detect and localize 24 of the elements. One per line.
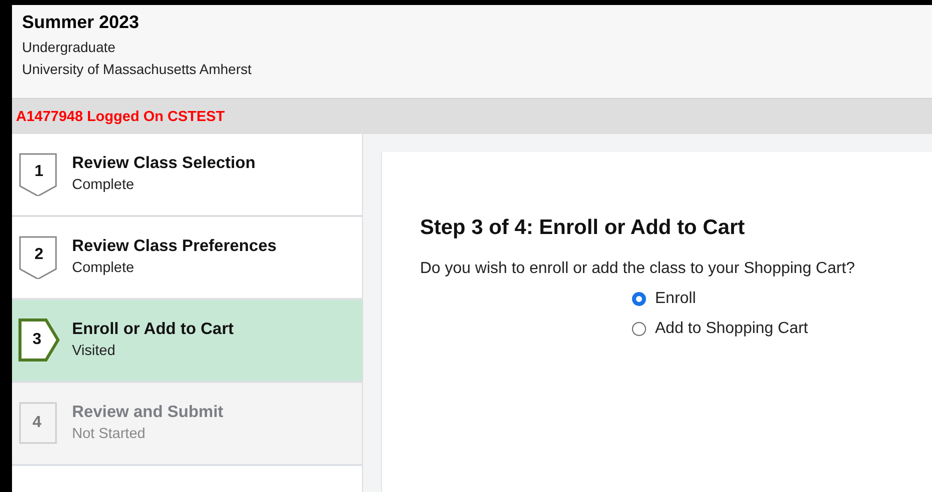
radio-button[interactable] bbox=[632, 322, 646, 336]
step-title: Review and Submit bbox=[72, 403, 224, 422]
step-title: Review Class Preferences bbox=[72, 237, 277, 256]
step-item[interactable]: 4 Review and Submit Not Started bbox=[12, 383, 362, 466]
step-number-badge: 1 bbox=[18, 152, 60, 196]
option-label[interactable]: Add to Shopping Cart bbox=[655, 320, 808, 338]
radio-button[interactable] bbox=[632, 292, 646, 306]
step-number-badge: 2 bbox=[18, 235, 60, 279]
step-status: Not Started bbox=[72, 426, 146, 442]
institution-label: University of Massachusetts Amherst bbox=[22, 61, 252, 77]
term-title: Summer 2023 bbox=[22, 12, 140, 33]
question-text: Do you wish to enroll or add the class to your Shopping Cart? bbox=[420, 260, 855, 278]
step-item[interactable]: 3 Enroll or Add to Cart Visited bbox=[12, 300, 362, 383]
step-heading: Step 3 of 4: Enroll or Add to Cart bbox=[420, 216, 745, 240]
step-status: Visited bbox=[72, 343, 116, 359]
step-number-badge: 4 bbox=[18, 401, 60, 445]
career-label: Undergraduate bbox=[22, 39, 116, 55]
step-title: Review Class Selection bbox=[72, 154, 256, 173]
step-number-badge: 3 bbox=[18, 318, 60, 362]
login-status-text: A1477948 Logged On CSTEST bbox=[16, 108, 225, 124]
step-status: Complete bbox=[72, 260, 136, 276]
option-label[interactable]: Enroll bbox=[655, 290, 696, 308]
step-status: Complete bbox=[72, 177, 136, 193]
step-title: Enroll or Add to Cart bbox=[72, 320, 234, 339]
